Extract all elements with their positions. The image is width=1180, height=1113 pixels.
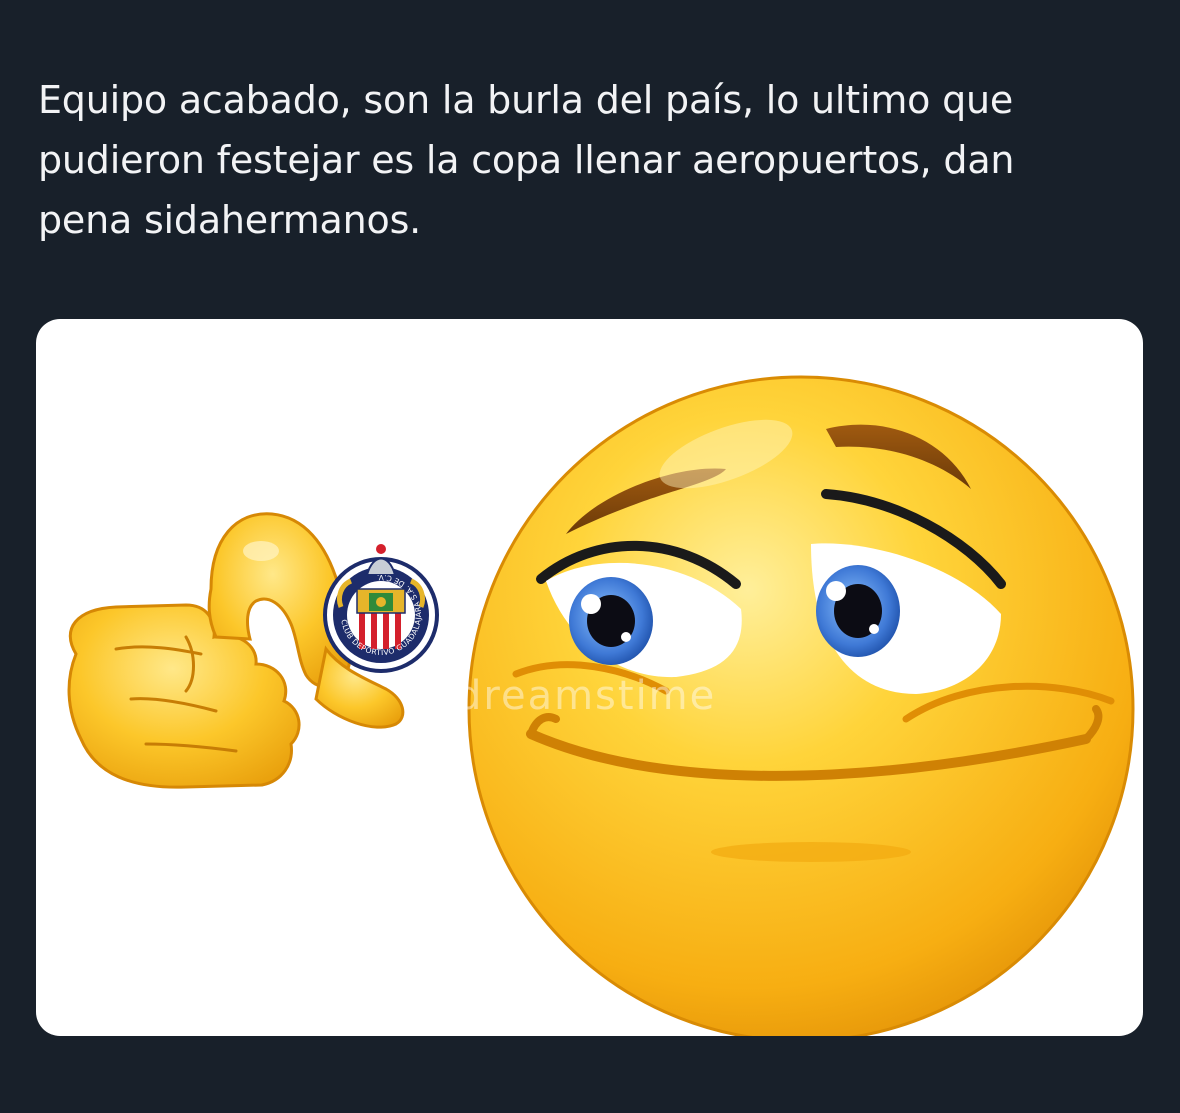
post-text: Equipo acabado, son la burla del país, l… (38, 78, 1015, 242)
watermark-text: dreamstime (456, 673, 716, 719)
club-badge: CLUB DEPORTIVO GUADALAJARA S.A. DE C.V. (323, 544, 439, 673)
post-media-image[interactable]: CLUB DEPORTIVO GUADALAJARA S.A. DE C.V. (36, 319, 1143, 1036)
emoji-illustration: CLUB DEPORTIVO GUADALAJARA S.A. DE C.V. (67, 375, 1135, 1036)
tweet-post: Equipo acabado, son la burla del país, l… (0, 0, 1180, 1113)
